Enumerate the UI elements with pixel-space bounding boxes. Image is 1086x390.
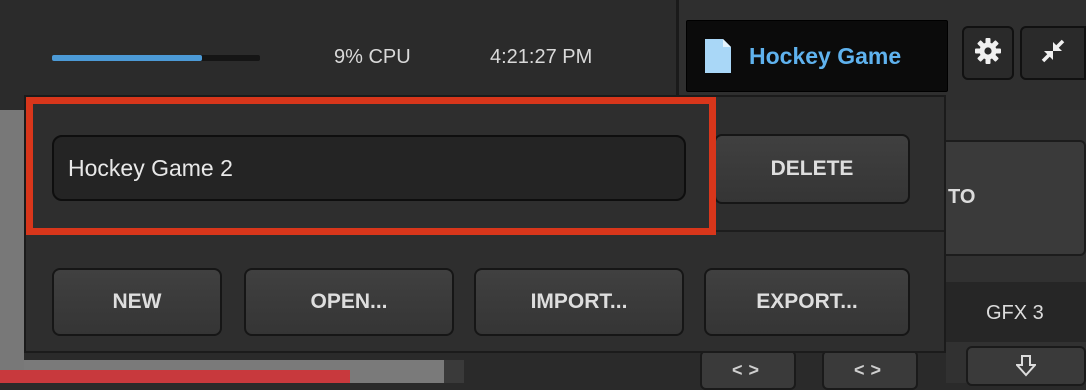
cpu-meter-fill (52, 55, 202, 61)
swap-button[interactable]: <> (700, 350, 796, 390)
export-button[interactable]: EXPORT... (704, 268, 910, 336)
cpu-usage-text: 9% CPU (334, 46, 411, 68)
collapse-arrows-icon (1040, 38, 1066, 69)
filename-input[interactable] (52, 135, 686, 201)
file-title: Hockey Game (749, 43, 902, 69)
import-button[interactable]: IMPORT... (474, 268, 684, 336)
new-button[interactable]: NEW (52, 268, 222, 336)
gfx3-button[interactable] (966, 346, 1086, 386)
fullscreen-toggle-button[interactable] (1020, 26, 1086, 80)
file-title-button[interactable]: Hockey Game (686, 20, 948, 92)
gfx3-label: GFX 3 (986, 302, 1044, 324)
delete-button[interactable]: DELETE (714, 134, 910, 204)
preview-thumbnail (0, 110, 24, 383)
preview-red-strip (0, 370, 350, 383)
transition-button-label: TO (948, 186, 976, 208)
divider (444, 360, 464, 383)
gear-icon (975, 37, 1001, 69)
open-button[interactable]: OPEN... (244, 268, 454, 336)
clock-text: 4:21:27 PM (490, 46, 593, 68)
swap-arrows-icon: <> (732, 360, 766, 380)
swap-button[interactable]: <> (822, 350, 918, 390)
settings-button[interactable] (962, 26, 1014, 80)
down-arrow-icon (1014, 354, 1038, 378)
document-icon (705, 39, 731, 73)
divider (26, 230, 944, 232)
swap-arrows-icon: <> (854, 360, 888, 380)
